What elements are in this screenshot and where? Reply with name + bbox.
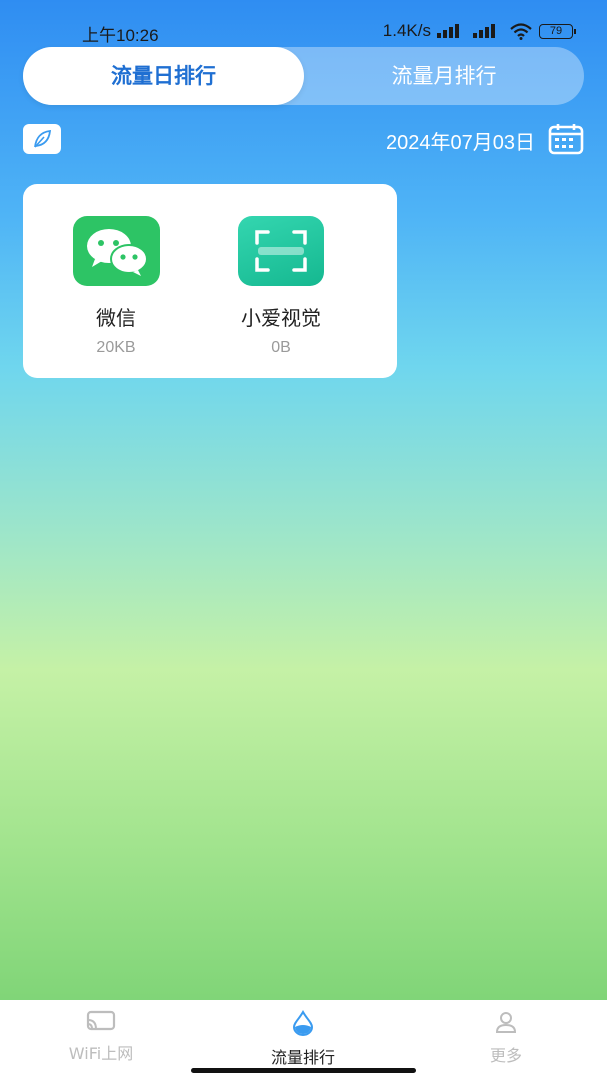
cast-icon bbox=[86, 1010, 116, 1031]
nav-item-wifi[interactable]: WiFi上网 bbox=[31, 1010, 171, 1064]
tab-monthly-ranking[interactable]: 流量月排行 bbox=[304, 47, 584, 105]
leaf-icon bbox=[34, 129, 52, 148]
scan-icon bbox=[238, 216, 324, 286]
nav-label: 更多 bbox=[489, 1046, 522, 1065]
wifi-icon bbox=[510, 23, 532, 40]
nav-label: 流量排行 bbox=[270, 1048, 335, 1067]
app-usage: 0B bbox=[271, 339, 291, 356]
leaf-button[interactable] bbox=[23, 124, 61, 154]
signal-icon bbox=[437, 24, 467, 38]
nav-item-traffic-ranking[interactable]: 流量排行 bbox=[233, 1009, 373, 1068]
home-indicator bbox=[191, 1068, 416, 1073]
tab-daily-ranking[interactable]: 流量日排行 bbox=[23, 47, 304, 105]
app-name: 小爱视觉 bbox=[241, 306, 321, 330]
selected-date[interactable]: 2024年07月03日 bbox=[386, 126, 535, 155]
ranking-tabs: 流量日排行 流量月排行 bbox=[23, 47, 584, 105]
app-name: 微信 bbox=[96, 306, 136, 330]
water-drop-icon bbox=[292, 1009, 314, 1036]
network-speed: 1.4K/s bbox=[382, 21, 431, 40]
status-time: 上午10:26 bbox=[82, 26, 159, 45]
status-bar: 上午10:26 1.4K/s 79 bbox=[0, 0, 607, 45]
wechat-icon bbox=[72, 216, 160, 286]
app-usage: 20KB bbox=[96, 339, 136, 356]
person-icon bbox=[495, 1012, 517, 1033]
nav-item-more[interactable]: 更多 bbox=[436, 1010, 576, 1066]
app-item-wechat[interactable]: 微信 20KB bbox=[46, 216, 186, 357]
battery-indicator: 79 bbox=[539, 23, 576, 39]
calendar-icon[interactable] bbox=[548, 123, 584, 155]
signal-icon bbox=[473, 24, 503, 38]
app-item-xiaoai-vision[interactable]: 小爱视觉 0B bbox=[211, 216, 351, 357]
nav-label: WiFi上网 bbox=[68, 1044, 134, 1063]
app-usage-card: 微信 20KB 小爱视觉 0B bbox=[23, 184, 397, 378]
status-icons: 1.4K/s 79 bbox=[382, 21, 576, 41]
